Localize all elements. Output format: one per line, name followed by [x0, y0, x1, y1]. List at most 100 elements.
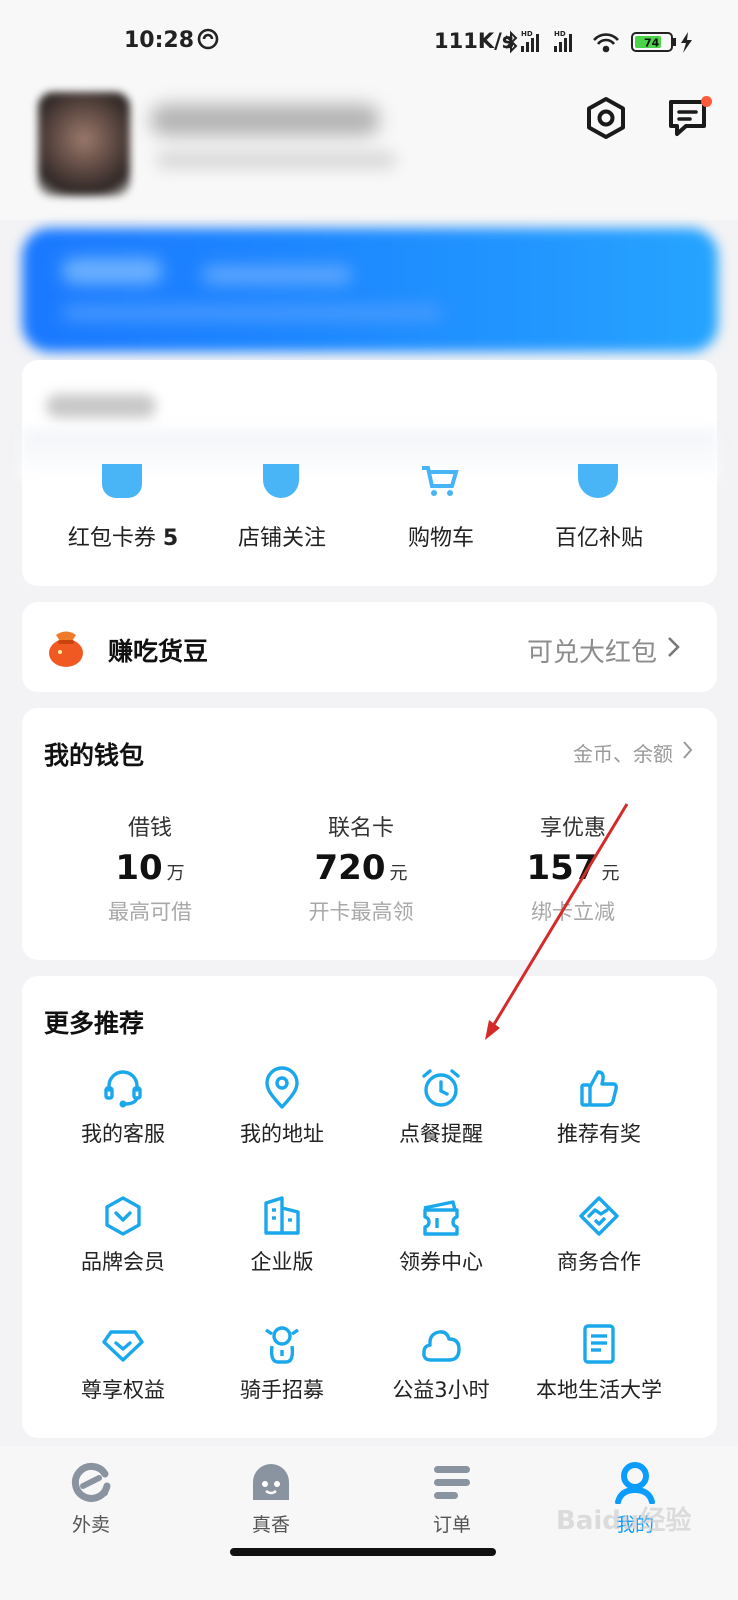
signal-icon: HD: [521, 30, 539, 52]
grid-item-label: 商务合作: [557, 1250, 641, 1274]
grid-item-referral-reward[interactable]: 推荐有奖: [514, 1066, 684, 1166]
quick-links-row: 红包卡券 5 店铺关注 购物车 百亿补贴: [22, 456, 717, 576]
wallet-link[interactable]: 金币、余额: [573, 738, 673, 767]
chevron-right-icon: [668, 637, 680, 657]
quick-link-label: 红包卡券: [67, 526, 156, 551]
battery-icon: 74: [631, 32, 676, 52]
quick-link-label: 百亿补贴: [554, 526, 643, 551]
grid-item-local-life-university[interactable]: 本地生活大学: [514, 1322, 684, 1422]
grid-item-premium-rights[interactable]: 尊享权益: [38, 1322, 208, 1422]
shopping-cart-icon: [422, 466, 459, 496]
wallet-item-value: 10: [115, 848, 163, 888]
grid-item-business-cooperation[interactable]: 商务合作: [514, 1194, 684, 1294]
signal-icon-2: HD: [554, 30, 572, 52]
grid-item-rider-recruitment[interactable]: 骑手招募: [197, 1322, 367, 1422]
money-bag-icon: [49, 631, 83, 667]
quick-links-card: 红包卡券 5 店铺关注 购物车 百亿补贴: [22, 360, 717, 586]
grid-item-enterprise[interactable]: 企业版: [197, 1194, 367, 1294]
membership-banner-blurred[interactable]: [22, 228, 718, 352]
wallet-item-unit: 元: [601, 863, 620, 884]
user-icon: [615, 1462, 655, 1504]
tab-label: 真香: [251, 1514, 290, 1536]
wallet-item-discount[interactable]: 享优惠 157 元 绑卡立减: [463, 810, 683, 926]
more-recommendations-card: 更多推荐 我的客服 我的地址 点餐提醒 推荐有奖 品牌会员 企业版 领券中心 商…: [22, 976, 717, 1438]
wallet-item-cobrand-card[interactable]: 联名卡 720 元 开卡最高领: [251, 810, 471, 926]
wallet-item-loan[interactable]: 借钱 10 万 最高可借: [40, 810, 260, 926]
grid-item-address[interactable]: 我的地址: [197, 1066, 367, 1166]
status-icons: HD HD 74: [505, 30, 692, 54]
settings-icon[interactable]: [584, 96, 628, 140]
wallet-item-unit: 元: [389, 863, 408, 884]
grid-item-order-reminder[interactable]: 点餐提醒: [356, 1066, 526, 1166]
wallet-title: 我的钱包: [44, 741, 145, 770]
tab-label: 外卖: [71, 1514, 110, 1536]
tab-label: 订单: [432, 1514, 471, 1536]
quick-link-label: 购物车: [407, 526, 474, 551]
status-time: 10:28: [124, 28, 195, 53]
brand-hexagon-icon: [105, 1196, 141, 1236]
grid-item-label: 推荐有奖: [557, 1122, 641, 1146]
alarm-clock-icon: [422, 1069, 460, 1107]
heart-shield-icon: [263, 464, 299, 498]
more-title: 更多推荐: [44, 1009, 145, 1038]
handshake-icon: [579, 1196, 619, 1236]
quick-link-label: 店铺关注: [237, 526, 326, 551]
headset-icon: [104, 1070, 142, 1108]
battery-level: 74: [644, 37, 660, 50]
beans-title: 赚吃货豆: [108, 637, 209, 666]
ticket-icon: [423, 1200, 459, 1236]
avatar[interactable]: [38, 92, 130, 196]
profile-header: [0, 86, 738, 216]
wallet-item-value: 720: [314, 848, 386, 888]
beans-redeem-text: 可兑大红包: [526, 638, 657, 668]
wallet-card: 我的钱包 金币、余额 借钱 10 万 最高可借 联名卡 720 元 开卡最高领 享优…: [22, 708, 717, 960]
wallet-item-label: 联名卡: [327, 816, 394, 841]
tab-takeaway[interactable]: 外卖: [36, 1460, 146, 1540]
coupon-count: 5: [162, 526, 179, 551]
grid-item-coupon-center[interactable]: 领券中心: [356, 1194, 526, 1294]
wallet-item-unit: 万: [166, 863, 185, 884]
wallet-item-label: 借钱: [127, 816, 172, 841]
tab-orders[interactable]: 订单: [397, 1460, 507, 1540]
quick-link-coupons[interactable]: 红包卡券 5: [38, 456, 208, 566]
rider-icon: [265, 1326, 299, 1364]
svg-text:HD: HD: [521, 30, 533, 38]
chevron-right-icon: [683, 741, 693, 759]
unread-dot: [701, 96, 712, 107]
bluetooth-icon: [505, 30, 518, 54]
cloud-heart-icon: [422, 1330, 461, 1362]
subsidy-icon: [578, 464, 618, 498]
tab-trending[interactable]: 真香: [216, 1460, 326, 1540]
user-subtitle-blurred: [156, 152, 396, 168]
wallet-item-desc: 最高可借: [108, 900, 192, 924]
do-not-disturb-icon: [197, 28, 219, 50]
ghost-face-icon: [253, 1464, 289, 1500]
status-bar: 10:28 111K/s HD HD 74: [0, 0, 738, 86]
grid-item-charity[interactable]: 公益3小时: [356, 1322, 526, 1422]
quick-link-followed-shops[interactable]: 店铺关注: [197, 456, 367, 566]
baidu-watermark: Baidu经验: [556, 1506, 692, 1536]
beans-card[interactable]: 赚吃货豆 可兑大红包: [22, 602, 717, 692]
net-speed: 111K/s: [434, 29, 515, 53]
wallet-item-desc: 绑卡立减: [531, 900, 615, 924]
wallet-item-desc: 开卡最高领: [308, 900, 414, 924]
notebook-icon: [583, 1324, 615, 1364]
thumbs-up-icon: [580, 1070, 618, 1107]
grid-item-label: 本地生活大学: [536, 1378, 662, 1402]
wallet-item-value: 157: [526, 848, 598, 888]
eleme-logo-icon: [71, 1462, 111, 1502]
grid-item-brand-member[interactable]: 品牌会员: [38, 1194, 208, 1294]
grid-item-customer-service[interactable]: 我的客服: [38, 1066, 208, 1166]
coupon-icon: [102, 464, 142, 498]
wallet-item-label: 享优惠: [539, 816, 606, 841]
message-button[interactable]: [666, 96, 712, 140]
card-title-blurred: [46, 394, 156, 418]
charging-icon: [681, 32, 692, 53]
wifi-icon: [593, 33, 619, 53]
quick-link-subsidy[interactable]: 百亿补贴: [514, 456, 684, 566]
home-indicator[interactable]: [230, 1548, 496, 1556]
username-blurred[interactable]: [150, 104, 380, 136]
location-pin-icon: [265, 1066, 299, 1109]
quick-link-cart[interactable]: 购物车: [356, 456, 526, 566]
svg-text:HD: HD: [554, 30, 566, 38]
